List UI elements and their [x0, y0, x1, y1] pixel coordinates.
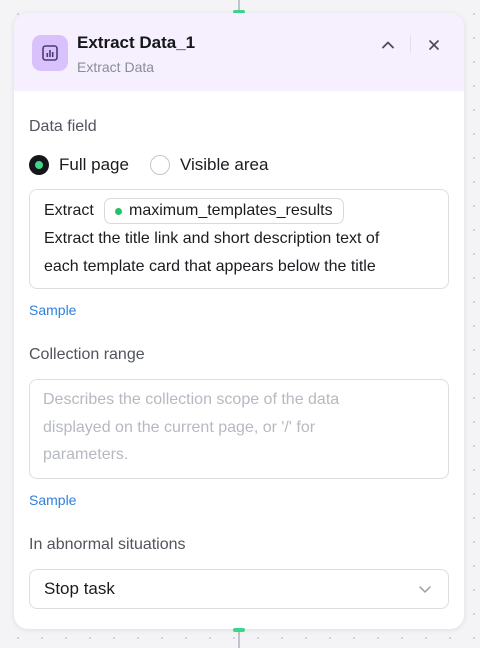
node-title: Extract Data_1	[77, 33, 196, 52]
bottom-connector-line	[238, 630, 240, 648]
close-button[interactable]	[422, 33, 446, 57]
radio-full-page[interactable]: Full page	[29, 155, 129, 175]
collection-range-input[interactable]: Describes the collection scope of the da…	[29, 379, 449, 479]
chart-bar-icon	[32, 35, 68, 71]
collection-range-label: Collection range	[29, 346, 145, 363]
data-field-label: Data field	[29, 118, 97, 135]
data-field-radio-group: Full page Visible area	[29, 153, 268, 177]
collection-range-placeholder: Describes the collection scope of the da…	[43, 386, 423, 469]
instruction-line: Extract the title link and short descrip…	[44, 230, 380, 247]
variable-status-dot	[115, 207, 122, 215]
abnormal-action-select[interactable]: Stop task	[29, 569, 449, 609]
bottom-connector-handle[interactable]	[233, 628, 245, 632]
collapse-button[interactable]	[376, 33, 400, 57]
radio-visible-area-label[interactable]: Visible area	[180, 155, 269, 175]
abnormal-situations-label: In abnormal situations	[29, 536, 186, 553]
variable-chip-label: maximum_templates_results	[129, 202, 333, 219]
node-subtitle: Extract Data	[77, 59, 155, 75]
placeholder-line: displayed on the current page, or '/' fo…	[43, 418, 316, 436]
placeholder-line: parameters.	[43, 446, 129, 463]
instruction-line: each template card that appears below th…	[44, 258, 376, 275]
placeholder-line: Describes the collection scope of the da…	[43, 391, 340, 408]
node-header: Extract Data_1 Extract Data	[14, 13, 464, 91]
extract-prefix: Extract	[44, 202, 94, 219]
radio-full-page-label[interactable]: Full page	[59, 155, 129, 175]
abnormal-action-value: Stop task	[44, 579, 115, 598]
radio-visible-area[interactable]: Visible area	[149, 155, 269, 175]
extract-data-node-panel: Extract Data_1 Extract Data Data field F…	[14, 13, 464, 629]
radio-unchecked-icon[interactable]	[149, 155, 170, 175]
radio-checked-icon[interactable]	[29, 155, 49, 175]
collection-range-sample-link[interactable]: Sample	[29, 492, 76, 508]
extract-instruction-input[interactable]: Extract maximum_templates_results Extrac…	[29, 189, 449, 289]
chevron-up-icon	[382, 41, 394, 49]
close-icon	[429, 40, 439, 50]
data-field-sample-link[interactable]: Sample	[29, 302, 76, 318]
chevron-down-icon	[419, 586, 431, 593]
variable-chip[interactable]: maximum_templates_results	[104, 198, 344, 224]
header-divider	[410, 35, 411, 53]
